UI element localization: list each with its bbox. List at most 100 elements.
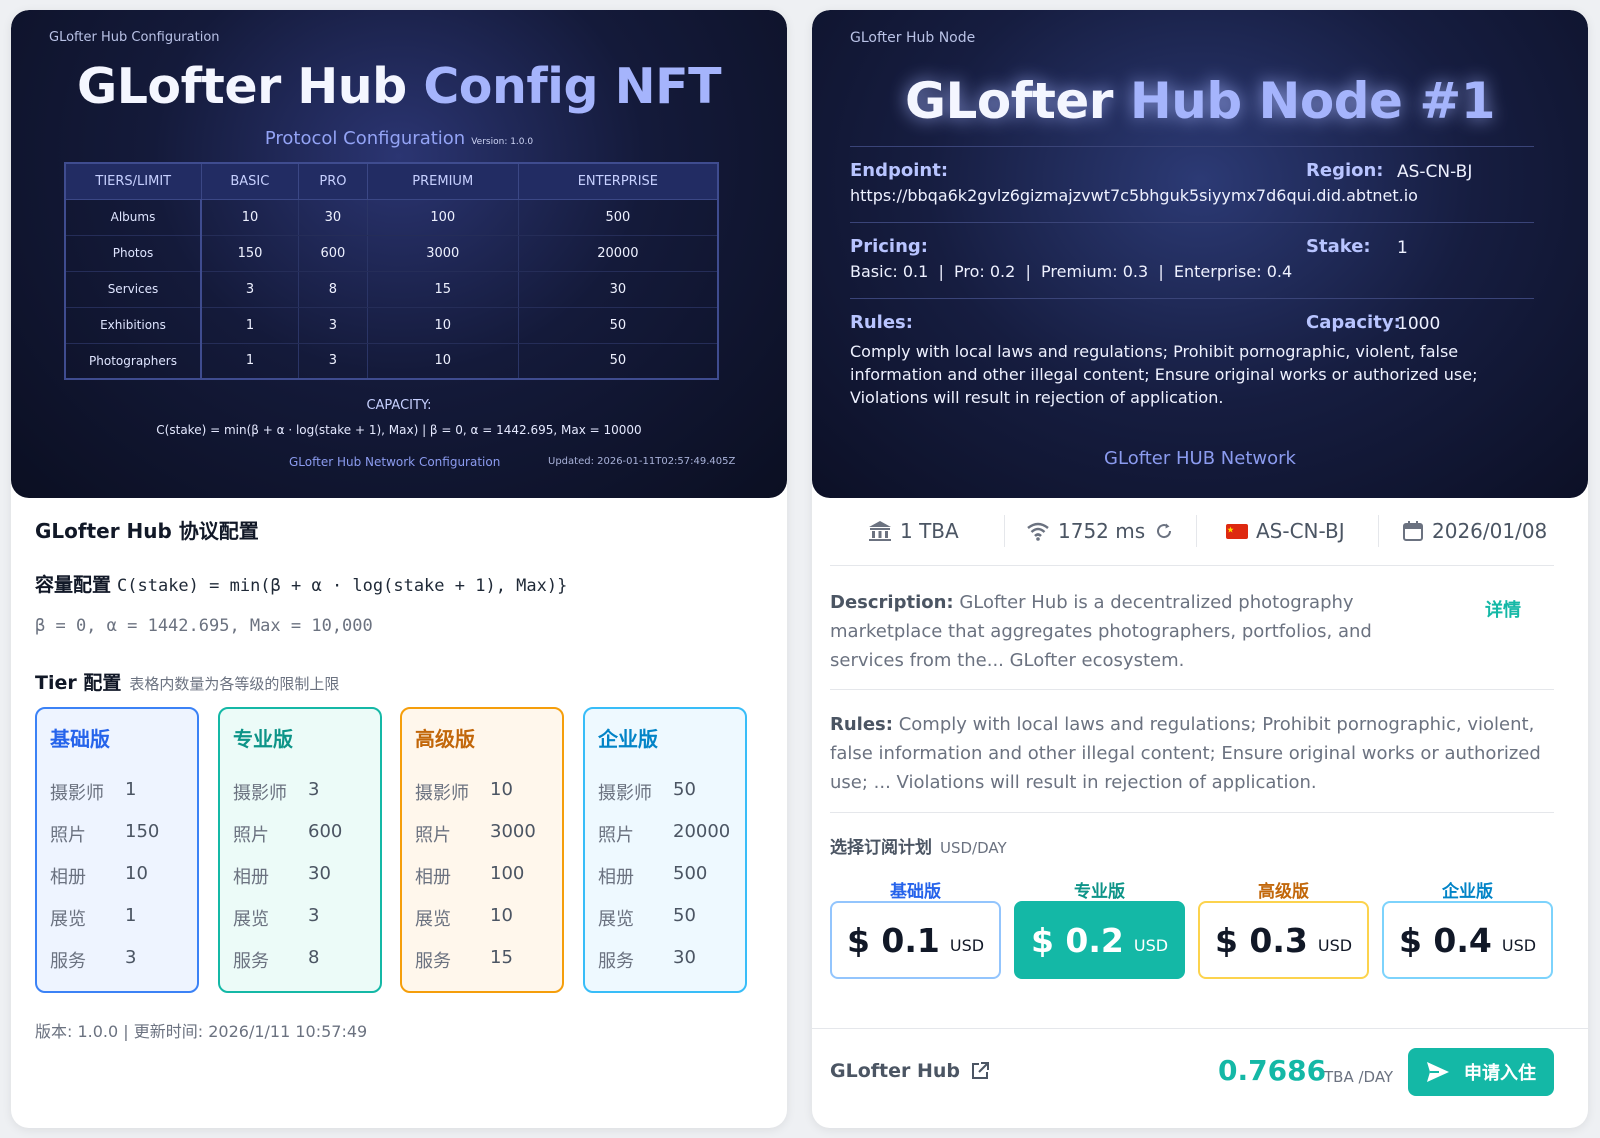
table-row: Photographers 1 3 10 50 xyxy=(65,342,718,380)
nft-capacity-formula: C(stake) = min(β + α · log(stake + 1), M… xyxy=(156,423,642,437)
pricing-value: Basic: 0.1 | Pro: 0.2 | Premium: 0.3 | E… xyxy=(850,262,1293,281)
tier-row-value: 3 xyxy=(125,947,137,968)
capacity-title: 容量配置 xyxy=(35,574,112,596)
config-heading: GLofter Hub 协议配置 xyxy=(35,519,259,543)
rules-text: Comply with local laws and regulations; … xyxy=(830,714,1541,793)
tier-card-enterprise: 企业版 摄影师 50 照片 20000 相册 500 展览 50 服务 30 xyxy=(583,707,747,993)
tier-row-value: 30 xyxy=(308,863,331,884)
stat-region: AS-CN-BJ xyxy=(1226,507,1345,555)
plan-amount: $ 0.3 xyxy=(1214,920,1308,960)
tier-row-label: 相册 xyxy=(598,867,634,888)
tier-row-label: 照片 xyxy=(415,825,451,846)
stat-date-value: 2026/01/08 xyxy=(1432,519,1548,543)
pricing-label: Pricing: xyxy=(850,236,928,257)
plan-currency: USD xyxy=(1317,935,1353,955)
description-label: Description: xyxy=(830,592,954,613)
capacity-config: 容量配置 C(stake) = min(β + α · log(stake + 1… xyxy=(35,570,567,597)
tier-row: 展览 3 xyxy=(233,905,319,931)
nft-footer-updated: Updated: 2026-01-11T02:57:49.405Z xyxy=(548,456,736,467)
table-cell: 50 xyxy=(518,306,718,344)
table-row: Photos 150 600 3000 20000 xyxy=(65,234,718,272)
apply-label: 申请入住 xyxy=(1464,1063,1536,1084)
nft-footer-network: GLofter Hub Network Configuration xyxy=(289,455,501,469)
separator xyxy=(1378,515,1379,547)
plan-option-pro[interactable]: $ 0.2 USD xyxy=(1014,901,1185,979)
tier-row-label: 展览 xyxy=(415,909,451,930)
capacity-value: 1000 xyxy=(1397,314,1441,334)
region-label: Region: xyxy=(1306,160,1384,181)
table-cell: Services xyxy=(65,270,202,308)
stake-value: 1 xyxy=(1397,238,1408,258)
plan-option-premium[interactable]: $ 0.3 USD xyxy=(1198,901,1369,979)
divider xyxy=(830,812,1554,813)
table-cell: Photographers xyxy=(65,342,202,380)
table-cell: 600 xyxy=(298,234,368,272)
node-nft-image: GLofter Hub Node GLofter Hub Node #1 End… xyxy=(812,10,1588,498)
tier-card-premium: 高级版 摄影师 10 照片 3000 相册 100 展览 10 服务 15 xyxy=(400,707,564,993)
plan-option-enterprise[interactable]: $ 0.4 USD xyxy=(1382,901,1553,979)
table-header: BASIC xyxy=(200,162,300,200)
tier-row: 相册 30 xyxy=(233,863,331,889)
rules: Rules: Comply with local laws and regula… xyxy=(830,710,1550,797)
capacity-label: Capacity: xyxy=(1306,312,1401,333)
tier-row-value: 3 xyxy=(308,905,320,926)
tier-row: 服务 3 xyxy=(50,947,136,973)
tier-row-label: 摄影师 xyxy=(598,783,652,804)
plan-currency: USD xyxy=(1133,935,1169,955)
tier-row-value: 1 xyxy=(125,905,137,926)
table-header: TIERS/LIMIT xyxy=(64,162,202,200)
plan-amount: $ 0.1 xyxy=(846,920,940,960)
hub-link[interactable]: GLofter Hub xyxy=(830,1060,990,1082)
table-cell: 30 xyxy=(298,198,368,236)
divider xyxy=(850,298,1534,299)
tier-row: 照片 20000 xyxy=(598,821,730,847)
table-cell: 1 xyxy=(201,306,300,344)
tier-row: 服务 15 xyxy=(415,947,513,973)
endpoint-label: Endpoint: xyxy=(850,160,949,181)
tier-row-value: 10 xyxy=(490,905,513,926)
bank-icon xyxy=(869,521,891,541)
tier-row-label: 相册 xyxy=(415,867,451,888)
plan-option-basic[interactable]: $ 0.1 USD xyxy=(830,901,1001,979)
plan-amount: $ 0.4 xyxy=(1398,920,1492,960)
tier-config-heading: Tier 配置 表格内数量为各等级的限制上限 xyxy=(35,668,339,695)
node-title-part1: GLofter xyxy=(904,72,1113,130)
tier-row-value: 100 xyxy=(490,863,525,884)
separator xyxy=(1196,515,1197,547)
capacity-params: β = 0, α = 1442.695, Max = 10,000 xyxy=(35,616,373,636)
stat-latency[interactable]: 1752 ms xyxy=(1026,507,1181,555)
nft-subtitle: Protocol Configuration Version: 1.0.0 xyxy=(11,128,787,149)
rules-label: Rules: xyxy=(830,714,893,735)
nft-capacity-label: CAPACITY: xyxy=(366,398,432,413)
tier-row-label: 服务 xyxy=(50,951,86,972)
tier-row-label: 相册 xyxy=(50,867,86,888)
total-price: 0.7686 xyxy=(1218,1054,1327,1087)
tier-row: 照片 600 xyxy=(233,821,342,847)
tier-row-label: 相册 xyxy=(233,867,269,888)
apply-button[interactable]: 申请入住 xyxy=(1408,1048,1554,1096)
refresh-icon[interactable] xyxy=(1155,522,1173,540)
external-link-icon[interactable] xyxy=(970,1061,990,1081)
nft-tier-table: TIERS/LIMIT BASIC PRO PREMIUM ENTERPRISE… xyxy=(64,162,719,380)
table-row: Albums 10 30 100 500 xyxy=(65,198,718,236)
tier-row-value: 50 xyxy=(673,779,696,800)
region-value: AS-CN-BJ xyxy=(1397,162,1473,182)
tier-row-value: 150 xyxy=(125,821,160,842)
tier-row: 服务 8 xyxy=(233,947,319,973)
tier-title: Tier 配置 xyxy=(35,672,122,694)
node-rules-text: Comply with local laws and regulations; … xyxy=(850,342,1478,407)
divider xyxy=(850,146,1534,147)
table-cell: 3 xyxy=(201,270,300,308)
node-title-part2: Hub Node #1 xyxy=(1129,72,1496,130)
tier-row: 展览 1 xyxy=(50,905,136,931)
plan-name-pro: 专业版 xyxy=(1074,882,1125,902)
table-cell: Photos xyxy=(65,234,202,272)
table-cell: 3 xyxy=(298,306,368,344)
table-cell: 3 xyxy=(298,342,368,380)
details-link[interactable]: 详情 xyxy=(1485,596,1521,622)
plan-unit: USD/DAY xyxy=(940,839,1007,857)
table-header: ENTERPRISE xyxy=(517,162,719,200)
tier-row-value: 8 xyxy=(308,947,320,968)
nft-title-part1: GLofter Hub xyxy=(76,58,407,115)
table-cell: 50 xyxy=(518,342,718,380)
